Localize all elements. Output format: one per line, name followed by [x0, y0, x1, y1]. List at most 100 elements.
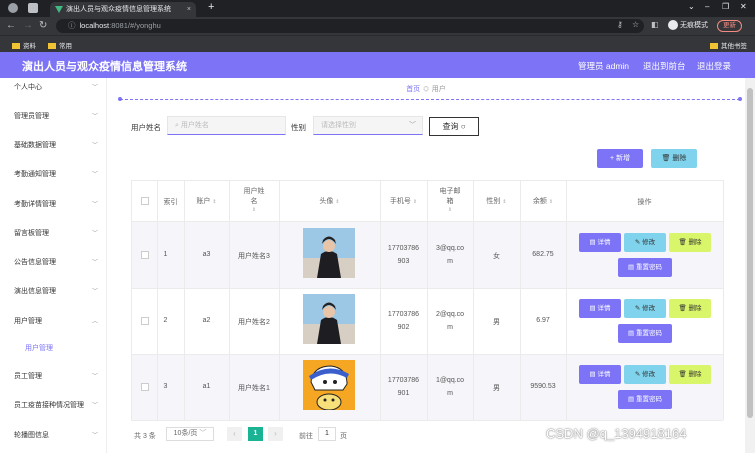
- new-tab-icon[interactable]: +: [208, 1, 214, 13]
- browser-tab[interactable]: 演出人员与观众疫情信息管理系统 ×: [50, 2, 196, 17]
- chevron-up-icon: ︿: [92, 319, 99, 325]
- sort-icon[interactable]: ⇕: [335, 199, 339, 205]
- url-field[interactable]: ⓘ localhost:8081/#/yonghu: [56, 19, 644, 33]
- batch-delete-button[interactable]: 🗑 删除: [651, 149, 697, 168]
- close-window-icon[interactable]: ✕: [740, 2, 747, 11]
- reset-password-button[interactable]: ▤ 重置密码: [618, 390, 672, 409]
- sort-icon[interactable]: ⇕: [502, 199, 506, 205]
- sort-icon[interactable]: ⇕: [229, 207, 279, 213]
- forward-icon[interactable]: →: [23, 20, 33, 31]
- back-icon[interactable]: ←: [6, 20, 16, 31]
- reset-password-button[interactable]: ▤ 重置密码: [618, 258, 672, 277]
- update-button[interactable]: 更新: [717, 20, 742, 32]
- header-balance[interactable]: 余额 ⇕: [520, 196, 566, 206]
- sidebar-item-profile[interactable]: 个人中心: [14, 82, 42, 92]
- sidebar-item-users[interactable]: 用户管理: [14, 316, 42, 326]
- close-tab-icon[interactable]: ×: [187, 2, 191, 17]
- prev-page-icon[interactable]: ‹: [227, 427, 242, 441]
- query-button[interactable]: 查询 ○: [429, 117, 479, 136]
- header-name[interactable]: 用户姓名 ⇕: [229, 187, 279, 213]
- sidebar-item-shows[interactable]: 演出信息管理: [14, 286, 56, 296]
- detail-button[interactable]: ▤ 详情: [579, 365, 621, 384]
- edit-button[interactable]: ✎ 修改: [624, 233, 666, 252]
- page-scrollbar[interactable]: [745, 78, 755, 453]
- sort-icon[interactable]: ⇕: [549, 199, 553, 205]
- cell-balance: 9590.53: [530, 383, 556, 390]
- sidebar-item-vaccination[interactable]: 员工疫苗接种情况管理: [14, 400, 84, 410]
- divider: [120, 99, 740, 100]
- sidebar-item-staff[interactable]: 员工管理: [14, 371, 42, 381]
- edit-button[interactable]: ✎ 修改: [624, 299, 666, 318]
- divider-dot: [738, 97, 742, 101]
- goto-label: 前往: [299, 433, 313, 440]
- tab-search-icon[interactable]: [28, 3, 38, 13]
- sidebar-item-announcements[interactable]: 公告信息管理: [14, 257, 56, 267]
- header-email[interactable]: 电子邮箱 ⇕: [427, 187, 473, 213]
- header-phone[interactable]: 手机号 ⇕: [380, 196, 427, 206]
- sidebar-item-messages[interactable]: 留言板管理: [14, 228, 49, 238]
- next-page-icon[interactable]: ›: [268, 427, 283, 441]
- other-bookmarks[interactable]: 其他书签: [710, 40, 747, 50]
- row-checkbox[interactable]: [141, 317, 149, 325]
- bookmark-folder[interactable]: 常用: [48, 40, 72, 50]
- detail-button[interactable]: ▤ 详情: [579, 299, 621, 318]
- cell-account: a2: [202, 317, 211, 324]
- page-size-select[interactable]: 10条/页 ﹀: [166, 427, 214, 441]
- gender-select[interactable]: 请选择性别 ﹀: [313, 116, 423, 135]
- sidebar-item-admin[interactable]: 管理员管理: [14, 111, 49, 121]
- cell-gender: 男: [493, 319, 500, 326]
- logout-link[interactable]: 退出登录: [697, 60, 731, 72]
- select-all-checkbox[interactable]: [141, 197, 149, 205]
- trash-icon: 🗑: [678, 371, 687, 378]
- back-to-front-link[interactable]: 退出到前台: [643, 60, 686, 72]
- star-icon[interactable]: ☆: [632, 20, 639, 29]
- detail-button[interactable]: ▤ 详情: [579, 233, 621, 252]
- maximize-icon[interactable]: ❐: [722, 2, 729, 11]
- sort-icon[interactable]: ⇕: [212, 199, 216, 205]
- sidebar-item-carousel[interactable]: 轮播图信息: [14, 430, 49, 440]
- sort-icon[interactable]: ⇕: [413, 199, 417, 205]
- key-icon[interactable]: ⚷: [617, 20, 623, 29]
- chevron-down-icon: ﹀: [92, 114, 99, 120]
- tab-list-icon[interactable]: ⌄: [688, 2, 695, 11]
- delete-button[interactable]: 🗑 删除: [669, 233, 711, 252]
- header-avatar[interactable]: 头像 ⇕: [279, 196, 380, 206]
- url-path: :8081/#/yonghu: [109, 21, 161, 30]
- sidebar-subitem-users[interactable]: 用户管理: [25, 343, 53, 353]
- reset-password-button[interactable]: ▤ 重置密码: [618, 324, 672, 343]
- incognito-indicator[interactable]: 无痕模式: [668, 20, 708, 31]
- header-gender[interactable]: 性别 ⇕: [473, 196, 520, 206]
- minimize-icon[interactable]: –: [705, 2, 709, 11]
- add-button[interactable]: + 新增: [597, 149, 643, 168]
- header-account[interactable]: 账户 ⇕: [184, 196, 229, 206]
- chevron-down-icon: ﹀: [92, 172, 99, 178]
- sidebar-item-attendance-detail[interactable]: 考勤详情管理: [14, 199, 56, 209]
- trash-icon: 🗑: [678, 239, 687, 246]
- sort-icon[interactable]: ⇕: [427, 207, 473, 213]
- edit-button[interactable]: ✎ 修改: [624, 365, 666, 384]
- delete-button[interactable]: 🗑 删除: [669, 365, 711, 384]
- scrollbar-thumb[interactable]: [747, 88, 753, 418]
- name-search-input[interactable]: ⌕ 用户姓名: [167, 116, 286, 135]
- chrome-icon[interactable]: [8, 3, 18, 13]
- name-label: 用户姓名: [131, 123, 161, 132]
- info-icon[interactable]: ⓘ: [68, 21, 76, 30]
- bookmark-folder[interactable]: 资料: [12, 40, 36, 50]
- page-number-current[interactable]: 1: [248, 427, 263, 441]
- row-checkbox[interactable]: [141, 383, 149, 391]
- delete-button[interactable]: 🗑 删除: [669, 299, 711, 318]
- reload-icon[interactable]: ↻: [39, 20, 47, 31]
- goto-page-input[interactable]: 1: [318, 427, 336, 441]
- address-bar-row: ← → ↻ ⓘ localhost:8081/#/yonghu ⚷ ☆ ◧ 无痕模…: [0, 17, 755, 35]
- table-line: [723, 180, 724, 420]
- cell-phone: 17703786 902: [387, 311, 420, 331]
- sidepanel-icon[interactable]: ◧: [651, 20, 659, 29]
- row-checkbox[interactable]: [141, 251, 149, 259]
- incognito-icon: [668, 20, 678, 31]
- sidebar-item-attendance-notice[interactable]: 考勤通知管理: [14, 169, 56, 179]
- sidebar-item-basic-data[interactable]: 基础数据管理: [14, 140, 56, 150]
- edit-icon: ✎: [634, 239, 641, 246]
- chevron-down-icon: ﹀: [92, 202, 99, 208]
- cell-account: a1: [202, 383, 211, 390]
- breadcrumb-home[interactable]: 首页: [406, 86, 420, 93]
